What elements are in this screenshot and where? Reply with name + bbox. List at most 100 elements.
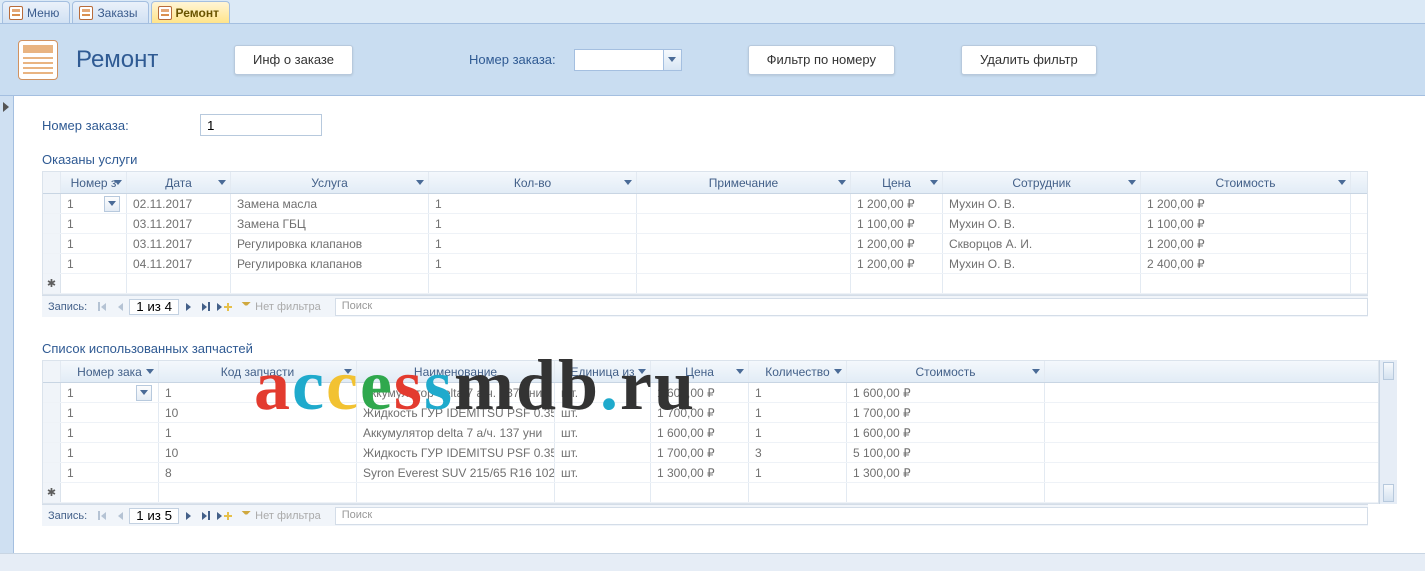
cell-service[interactable]: Замена масла: [231, 194, 429, 213]
col-part-code[interactable]: Код запчасти: [159, 361, 357, 382]
cell-price[interactable]: 1 700,00 ₽: [651, 403, 749, 422]
nav-prev-button[interactable]: [111, 507, 129, 525]
cell-qty[interactable]: 1: [749, 403, 847, 422]
nav-search-input[interactable]: Поиск: [335, 298, 1368, 316]
table-row[interactable]: 110Жидкость ГУР IDEMITSU PSF 0.35шт.1 70…: [43, 443, 1378, 463]
parts-new-row[interactable]: [43, 483, 1378, 503]
cell-employee[interactable]: Скворцов А. И.: [943, 234, 1141, 253]
cell-qty[interactable]: 1: [749, 463, 847, 482]
cell-order-no[interactable]: 1: [61, 443, 159, 462]
cell-price[interactable]: 1 700,00 ₽: [651, 443, 749, 462]
cell-part-code[interactable]: 10: [159, 443, 357, 462]
cell-part-name[interactable]: Аккумулятор delta 7 а/ч. 137 уни: [357, 423, 555, 442]
cell-price[interactable]: 1 600,00 ₽: [651, 383, 749, 402]
cell-part-code[interactable]: 10: [159, 403, 357, 422]
cell-service[interactable]: Регулировка клапанов: [231, 234, 429, 253]
row-selector[interactable]: [43, 254, 61, 273]
col-qty[interactable]: Количество: [749, 361, 847, 382]
services-new-row[interactable]: [43, 274, 1367, 294]
row-selector[interactable]: [43, 403, 61, 422]
cell-cost[interactable]: 1 600,00 ₽: [847, 423, 1045, 442]
order-number-combo-input[interactable]: [574, 49, 664, 71]
nav-next-button[interactable]: [179, 298, 197, 316]
cell-cost[interactable]: 1 600,00 ₽: [847, 383, 1045, 402]
nav-position-input[interactable]: [129, 299, 179, 315]
order-number-field[interactable]: [200, 114, 322, 136]
row-selector[interactable]: [43, 234, 61, 253]
nav-prev-button[interactable]: [111, 298, 129, 316]
cell-employee[interactable]: Мухин О. В.: [943, 214, 1141, 233]
col-service[interactable]: Услуга: [231, 172, 429, 193]
cell-part-name[interactable]: Жидкость ГУР IDEMITSU PSF 0.35: [357, 403, 555, 422]
cell-service[interactable]: Регулировка клапанов: [231, 254, 429, 273]
cell-part-name[interactable]: Жидкость ГУР IDEMITSU PSF 0.35: [357, 443, 555, 462]
cell-cost[interactable]: 1 200,00 ₽: [1141, 194, 1351, 213]
row-selector[interactable]: [43, 423, 61, 442]
nav-position-input[interactable]: [129, 508, 179, 524]
cell-cost[interactable]: 1 200,00 ₽: [1141, 234, 1351, 253]
cell-part-code[interactable]: 1: [159, 383, 357, 402]
cell-cost[interactable]: 1 700,00 ₽: [847, 403, 1045, 422]
cell-price[interactable]: 1 100,00 ₽: [851, 214, 943, 233]
horizontal-scrollbar[interactable]: [0, 553, 1425, 571]
cell-order-no[interactable]: 1: [61, 463, 159, 482]
table-row[interactable]: 11Аккумулятор delta 7 а/ч. 137 уништ.1 6…: [43, 423, 1378, 443]
cell-order-no[interactable]: 1: [61, 403, 159, 422]
cell-qty[interactable]: 1: [749, 383, 847, 402]
clear-filter-button[interactable]: Удалить фильтр: [961, 45, 1097, 75]
col-order-no[interactable]: Номер зака: [61, 361, 159, 382]
table-row[interactable]: 11Аккумулятор delta 7 а/ч. 137 уништ.1 6…: [43, 383, 1378, 403]
col-price[interactable]: Цена: [651, 361, 749, 382]
nav-last-button[interactable]: [197, 298, 215, 316]
parts-vertical-scrollbar[interactable]: [1379, 360, 1397, 504]
cell-order-no[interactable]: 1: [61, 383, 159, 402]
tab-menu[interactable]: Меню: [2, 1, 70, 23]
order-number-combo-dropdown[interactable]: [664, 49, 682, 71]
order-info-button[interactable]: Инф о заказе: [234, 45, 353, 75]
cell-order-no[interactable]: 1: [61, 194, 127, 213]
cell-dropdown-button[interactable]: [104, 196, 120, 212]
nav-filter-status[interactable]: Нет фильтра: [233, 301, 329, 313]
cell-price[interactable]: 1 300,00 ₽: [651, 463, 749, 482]
cell-part-name[interactable]: Аккумулятор delta 7 а/ч. 137 уни: [357, 383, 555, 402]
cell-date[interactable]: 04.11.2017: [127, 254, 231, 273]
row-selector[interactable]: [43, 463, 61, 482]
order-number-combo[interactable]: [574, 49, 682, 71]
cell-note[interactable]: [637, 214, 851, 233]
cell-order-no[interactable]: 1: [61, 254, 127, 273]
select-all-cell[interactable]: [43, 172, 61, 193]
col-unit[interactable]: Единица из: [555, 361, 651, 382]
select-all-cell[interactable]: [43, 361, 61, 382]
cell-part-code[interactable]: 1: [159, 423, 357, 442]
cell-qty[interactable]: 3: [749, 443, 847, 462]
cell-service[interactable]: Замена ГБЦ: [231, 214, 429, 233]
row-selector[interactable]: [43, 443, 61, 462]
cell-employee[interactable]: Мухин О. В.: [943, 194, 1141, 213]
cell-date[interactable]: 02.11.2017: [127, 194, 231, 213]
cell-unit[interactable]: шт.: [555, 383, 651, 402]
nav-first-button[interactable]: [93, 507, 111, 525]
cell-price[interactable]: 1 600,00 ₽: [651, 423, 749, 442]
table-row[interactable]: 18Syron Everest SUV 215/65 R16 102шт.1 3…: [43, 463, 1378, 483]
cell-part-name[interactable]: Syron Everest SUV 215/65 R16 102: [357, 463, 555, 482]
col-note[interactable]: Примечание: [637, 172, 851, 193]
cell-employee[interactable]: Мухин О. В.: [943, 254, 1141, 273]
nav-next-button[interactable]: [179, 507, 197, 525]
col-employee[interactable]: Сотрудник: [943, 172, 1141, 193]
col-part-name[interactable]: Наименование: [357, 361, 555, 382]
table-row[interactable]: 103.11.2017Замена ГБЦ11 100,00 ₽Мухин О.…: [43, 214, 1367, 234]
nav-search-input[interactable]: Поиск: [335, 507, 1368, 525]
row-selector[interactable]: [43, 383, 61, 402]
cell-cost[interactable]: 1 100,00 ₽: [1141, 214, 1351, 233]
row-selector[interactable]: [43, 483, 61, 502]
col-qty[interactable]: Кол-во: [429, 172, 637, 193]
cell-unit[interactable]: шт.: [555, 403, 651, 422]
filter-by-number-button[interactable]: Фильтр по номеру: [748, 45, 895, 75]
nav-new-button[interactable]: [215, 298, 233, 316]
nav-new-button[interactable]: [215, 507, 233, 525]
cell-qty[interactable]: 1: [429, 214, 637, 233]
row-selector[interactable]: [43, 274, 61, 293]
col-cost[interactable]: Стоимость: [847, 361, 1045, 382]
cell-unit[interactable]: шт.: [555, 423, 651, 442]
record-selector[interactable]: [0, 96, 14, 553]
